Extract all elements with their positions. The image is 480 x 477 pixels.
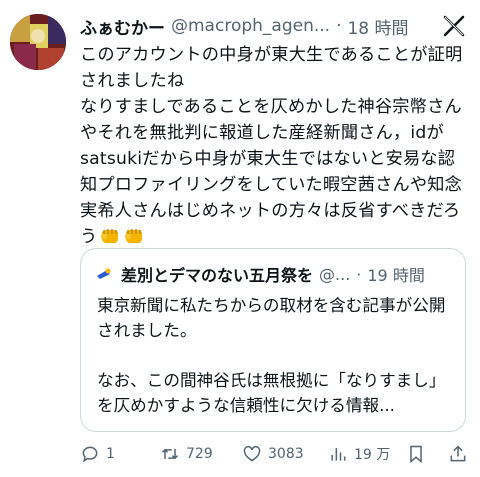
post-header: ふぁむかー @macroph_agen... · 18 時間 bbox=[80, 14, 410, 38]
quote-separator-dot: · bbox=[356, 264, 362, 284]
quote-author-name[interactable]: 差別とデマのない五月祭を bbox=[121, 263, 313, 285]
author-handle[interactable]: @macroph_agen... bbox=[171, 16, 330, 36]
like-icon bbox=[243, 445, 261, 462]
repost-button[interactable]: 729 bbox=[160, 444, 213, 464]
view-count: 19 万 bbox=[354, 447, 391, 463]
share-button[interactable] bbox=[448, 444, 468, 464]
author-name[interactable]: ふぁむかー bbox=[80, 14, 165, 39]
post-body-text: このアカウントの中身が東大生であることが証明されましたね なりすましであることを… bbox=[80, 45, 463, 247]
reply-count: 1 bbox=[106, 446, 115, 462]
reply-button[interactable]: 1 bbox=[80, 444, 115, 464]
reply-icon bbox=[82, 446, 98, 463]
like-count: 3083 bbox=[268, 446, 304, 462]
repost-icon bbox=[161, 448, 179, 460]
bookmark-button[interactable] bbox=[406, 444, 426, 464]
quote-avatar[interactable] bbox=[95, 265, 113, 283]
quote-body: 東京新聞に私たちからの取材を含む記事が公開されました。 なお、この間神谷氏は無根… bbox=[97, 296, 446, 415]
quoted-post[interactable]: 差別とデマのない五月祭を @... · 19 時間 東京新聞に私たちからの取材を… bbox=[80, 248, 466, 432]
action-bar: 1 729 3083 19 万 bbox=[80, 442, 470, 466]
fist-emoji-1 bbox=[101, 229, 119, 243]
quote-header: 差別とデマのない五月祭を @... · 19 時間 bbox=[95, 263, 455, 285]
views-button[interactable]: 19 万 bbox=[328, 444, 390, 464]
quote-time[interactable]: 19 時間 bbox=[367, 263, 424, 285]
separator-dot: · bbox=[336, 16, 342, 36]
views-icon bbox=[331, 448, 346, 461]
x-logo-icon[interactable] bbox=[442, 14, 466, 38]
bookmark-icon bbox=[410, 445, 422, 464]
like-button[interactable]: 3083 bbox=[242, 444, 304, 464]
repost-count: 729 bbox=[186, 446, 213, 462]
post-body: このアカウントの中身が東大生であることが証明されましたね なりすましであることを… bbox=[80, 42, 472, 250]
avatar[interactable] bbox=[10, 14, 66, 70]
avatar-image bbox=[10, 14, 66, 70]
quote-author-handle[interactable]: @... bbox=[319, 265, 350, 284]
share-icon bbox=[450, 445, 466, 462]
post-time[interactable]: 18 時間 bbox=[347, 14, 408, 39]
fist-emoji-2 bbox=[125, 229, 143, 243]
